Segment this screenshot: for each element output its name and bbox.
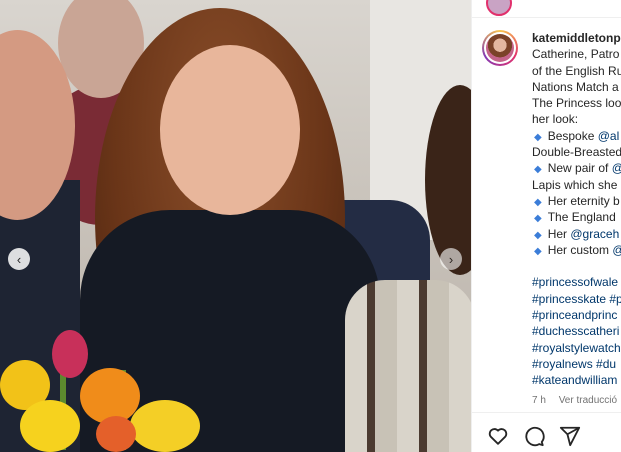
post-side-panel: katemiddletonp Catherine, Patro of the E… [471, 0, 621, 452]
hashtag-link[interactable]: #princeandprinc [532, 307, 621, 323]
post-photo[interactable]: ‹ › [0, 0, 471, 452]
caption-line: The Princess loo [532, 96, 621, 111]
caption-line: Nations Match a [532, 79, 619, 94]
mention-link[interactable]: @graceh [570, 227, 619, 241]
hashtag-link[interactable]: #princesskate #p [532, 291, 621, 307]
mention-link[interactable]: @al [598, 129, 620, 143]
caption-meta: 7 h Ver traducció [532, 395, 621, 406]
caption-text: katemiddletonp Catherine, Patro of the E… [532, 30, 621, 389]
see-translation-link[interactable]: Ver traducció [559, 395, 617, 406]
hashtag-link[interactable]: #princessofwale [532, 274, 621, 290]
author-avatar[interactable] [482, 30, 518, 66]
header-avatar[interactable] [486, 0, 512, 16]
share-icon[interactable] [559, 425, 581, 447]
instagram-post-view: ‹ › katemiddletonp Catherine, Patro of t… [0, 0, 621, 452]
caption-line: her look: [532, 112, 579, 127]
hashtag-link[interactable]: #royalnews #du [532, 356, 621, 372]
diamond-bullet-icon: ◆ [534, 245, 542, 257]
bullet-item: ◆ The England [534, 210, 616, 225]
chevron-right-icon: › [448, 251, 454, 267]
caption-line: of the English Ru [532, 63, 621, 78]
diamond-bullet-icon: ◆ [534, 213, 542, 225]
mention-link[interactable]: @ [612, 243, 621, 257]
time-ago: 7 h [532, 395, 546, 406]
mention-link[interactable]: @ [612, 161, 621, 175]
bullet-continuation: Lapis which she [532, 177, 618, 192]
next-photo-button[interactable]: › [440, 248, 462, 270]
bullet-item: ◆ Her eternity b [534, 193, 620, 208]
top-header-strip [472, 0, 621, 18]
diamond-bullet-icon: ◆ [534, 131, 542, 143]
previous-photo-button[interactable]: ‹ [8, 248, 30, 270]
diamond-bullet-icon: ◆ [534, 196, 542, 208]
hashtag-link[interactable]: #duchesscatheri [532, 323, 621, 339]
hashtag-link[interactable]: #royalstylewatch [532, 340, 621, 356]
diamond-bullet-icon: ◆ [534, 164, 542, 176]
woman-face [160, 45, 300, 215]
bullet-continuation: Double-Breasted [532, 145, 621, 160]
caption-line: Catherine, Patro [532, 47, 620, 62]
chevron-left-icon: ‹ [16, 251, 22, 267]
bullet-item: ◆ Bespoke @al [534, 128, 620, 143]
comment-icon[interactable] [523, 425, 545, 447]
flower-bouquet [0, 330, 210, 452]
author-username[interactable]: katemiddletonp [532, 31, 621, 45]
right-man-sweater [345, 280, 471, 452]
bullet-item: ◆Her custom @ [532, 242, 621, 258]
bullet-item: ◆ Her @graceh [534, 226, 620, 241]
action-bar [472, 412, 621, 452]
bullet-item: ◆New pair of @ [532, 160, 621, 176]
heart-icon[interactable] [487, 425, 509, 447]
hashtag-link[interactable]: #kateandwilliam [532, 372, 621, 388]
diamond-bullet-icon: ◆ [534, 229, 542, 241]
